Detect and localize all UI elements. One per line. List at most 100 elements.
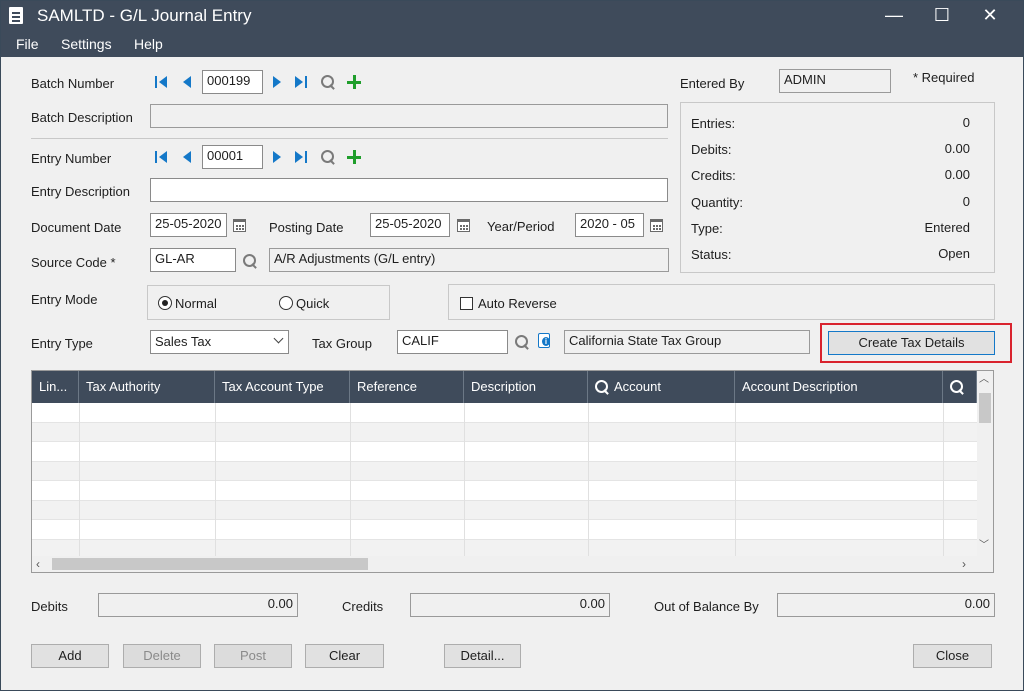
tax-group-search-icon[interactable]: [514, 334, 530, 350]
debits-total-field: 0.00: [98, 593, 298, 617]
add-button[interactable]: Add: [31, 644, 109, 668]
entry-number-label: Entry Number: [31, 151, 112, 166]
debits-total-label: Debits: [31, 599, 68, 614]
column-reference[interactable]: Reference: [350, 371, 464, 403]
type-value: Entered: [924, 220, 970, 235]
entered-by-field: ADMIN: [779, 69, 891, 93]
debits-summary-label: Debits:: [691, 142, 732, 157]
entry-type-select[interactable]: Sales Tax: [150, 330, 289, 354]
new-batch-icon[interactable]: [347, 75, 361, 89]
quick-mode-label: Quick: [296, 296, 330, 311]
column-tax-authority[interactable]: Tax Authority: [79, 371, 215, 403]
column-tax-account-type[interactable]: Tax Account Type: [215, 371, 350, 403]
close-button[interactable]: Close: [913, 644, 992, 668]
grid-header: Lin... Tax Authority Tax Account Type Re…: [32, 371, 993, 403]
posting-date-input[interactable]: 25-05-2020: [370, 213, 450, 237]
table-row[interactable]: [32, 461, 977, 481]
table-row[interactable]: [32, 403, 977, 423]
batch-description-label: Batch Description: [31, 110, 133, 125]
column-account-description[interactable]: Account Description: [735, 371, 943, 403]
scroll-up-icon[interactable]: ︿: [979, 375, 989, 385]
previous-entry-icon[interactable]: [179, 149, 195, 165]
column-account-label: Account: [614, 379, 661, 394]
first-entry-icon[interactable]: [153, 149, 169, 165]
grid-divider: [215, 403, 216, 557]
quick-mode-radio[interactable]: [279, 296, 293, 310]
next-entry-icon[interactable]: [269, 149, 285, 165]
vertical-scrollbar[interactable]: ︿ ﹀: [977, 371, 993, 557]
source-code-input[interactable]: GL-AR: [150, 248, 236, 272]
batch-search-icon[interactable]: [320, 74, 336, 90]
year-period-calendar-icon[interactable]: [650, 219, 663, 232]
menu-help[interactable]: Help: [134, 36, 163, 52]
last-entry-icon[interactable]: [293, 149, 309, 165]
grid-divider: [588, 403, 589, 557]
tax-details-grid[interactable]: Lin... Tax Authority Tax Account Type Re…: [31, 370, 994, 573]
posting-date-label: Posting Date: [269, 220, 344, 235]
title-bar: SAMLTD - G/L Journal Entry — ☐ ✕: [1, 1, 1023, 31]
horizontal-scrollbar[interactable]: ‹ ›: [32, 556, 993, 572]
extra-search-icon[interactable]: [949, 379, 965, 395]
column-account[interactable]: Account: [588, 371, 735, 403]
new-entry-icon[interactable]: [347, 150, 361, 164]
column-extra[interactable]: [943, 371, 977, 403]
required-note: * Required: [913, 70, 975, 85]
table-row[interactable]: [32, 520, 977, 540]
status-value: Open: [938, 246, 970, 261]
table-row[interactable]: [32, 422, 977, 442]
document-date-input[interactable]: 25-05-2020: [150, 213, 227, 237]
column-line[interactable]: Lin...: [32, 371, 79, 403]
chevron-down-icon: [273, 333, 284, 344]
delete-button[interactable]: Delete: [123, 644, 201, 668]
horizontal-scroll-thumb[interactable]: [52, 558, 368, 570]
entry-number-input[interactable]: 00001: [202, 145, 263, 169]
minimize-button[interactable]: —: [871, 1, 917, 31]
clear-button[interactable]: Clear: [305, 644, 384, 668]
table-row[interactable]: [32, 442, 977, 462]
scroll-right-icon[interactable]: ›: [962, 557, 966, 571]
auto-reverse-checkbox[interactable]: [460, 297, 473, 310]
quantity-label: Quantity:: [691, 195, 744, 210]
first-batch-icon[interactable]: [153, 74, 169, 90]
column-description[interactable]: Description: [464, 371, 588, 403]
maximize-button[interactable]: ☐: [919, 1, 965, 31]
entry-description-input[interactable]: [150, 178, 668, 202]
scroll-left-icon[interactable]: ‹: [36, 557, 40, 571]
scroll-down-icon[interactable]: ﹀: [979, 541, 989, 551]
table-row[interactable]: [32, 500, 977, 520]
credits-total-label: Credits: [342, 599, 384, 614]
batch-number-input[interactable]: 000199: [202, 70, 263, 94]
separator: [31, 138, 668, 139]
year-period-input[interactable]: 2020 - 05: [575, 213, 644, 237]
credits-summary-label: Credits:: [691, 168, 736, 183]
table-row[interactable]: [32, 539, 977, 557]
source-code-search-icon[interactable]: [242, 253, 258, 269]
entries-value: 0: [962, 115, 970, 130]
close-window-button[interactable]: ✕: [967, 1, 1013, 31]
posting-date-calendar-icon[interactable]: [457, 219, 470, 232]
post-button[interactable]: Post: [214, 644, 292, 668]
tax-group-input[interactable]: CALIF: [397, 330, 508, 354]
source-code-description: A/R Adjustments (G/L entry): [269, 248, 669, 272]
detail-button[interactable]: Detail...: [444, 644, 521, 668]
table-row[interactable]: [32, 481, 977, 501]
normal-mode-radio[interactable]: [158, 296, 172, 310]
vertical-scroll-thumb[interactable]: [979, 393, 991, 423]
last-batch-icon[interactable]: [293, 74, 309, 90]
menu-settings[interactable]: Settings: [61, 36, 112, 52]
entry-search-icon[interactable]: [320, 149, 336, 165]
previous-batch-icon[interactable]: [179, 74, 195, 90]
document-icon: [9, 7, 23, 24]
account-search-icon[interactable]: [594, 379, 610, 395]
menu-file[interactable]: File: [16, 36, 39, 52]
year-period-label: Year/Period: [487, 219, 555, 234]
create-tax-details-button[interactable]: Create Tax Details: [828, 331, 995, 355]
journal-entry-window: SAMLTD - G/L Journal Entry — ☐ ✕ File Se…: [0, 0, 1024, 691]
tax-group-description: California State Tax Group: [564, 330, 810, 354]
tax-group-info-icon[interactable]: [538, 333, 550, 348]
entry-type-label: Entry Type: [31, 336, 93, 351]
credits-summary-value: 0.00: [944, 167, 970, 182]
auto-reverse-label: Auto Reverse: [478, 296, 557, 311]
next-batch-icon[interactable]: [269, 74, 285, 90]
document-date-calendar-icon[interactable]: [233, 219, 246, 232]
